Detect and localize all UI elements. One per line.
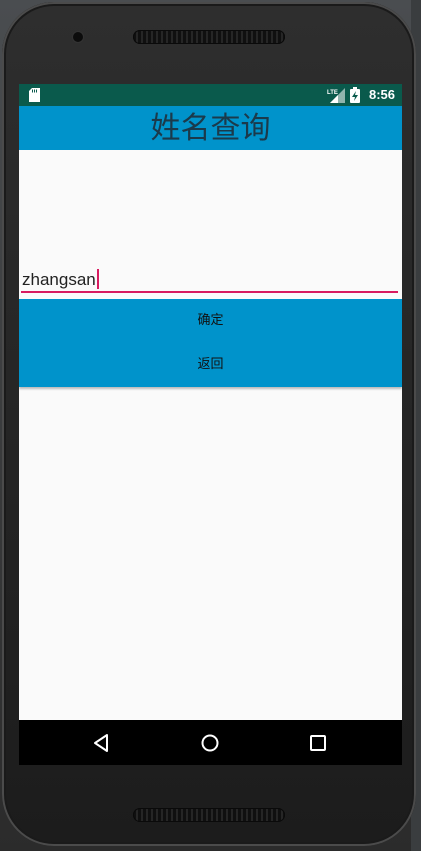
top-speaker-grille (133, 30, 285, 44)
device-screen: LTE 8:56 姓名查询 zhangsan 确定 返回 (19, 84, 402, 765)
confirm-button[interactable]: 确定 (19, 299, 402, 343)
battery-charging-icon (350, 87, 360, 103)
nav-recents-icon[interactable] (307, 732, 329, 754)
front-camera (73, 32, 83, 42)
back-button[interactable]: 返回 (19, 343, 402, 387)
name-input-value: zhangsan (22, 270, 96, 289)
navigation-bar (19, 720, 402, 765)
button-panel: 确定 返回 (19, 299, 402, 387)
page-title: 姓名查询 (150, 111, 271, 146)
bottom-speaker-grille (133, 808, 285, 822)
nav-back-icon[interactable] (91, 732, 113, 754)
input-underline (21, 291, 398, 293)
lte-signal-icon: LTE (327, 88, 345, 103)
phone-frame: LTE 8:56 姓名查询 zhangsan 确定 返回 (2, 2, 416, 846)
svg-text:LTE: LTE (327, 90, 338, 96)
sd-card-icon (29, 88, 40, 102)
text-caret (96, 269, 99, 289)
status-time: 8:56 (369, 87, 396, 102)
name-input-text[interactable]: zhangsan (22, 269, 99, 290)
nav-home-icon[interactable] (199, 732, 221, 754)
status-bar: LTE 8:56 (19, 84, 402, 106)
app-bar: 姓名查询 (19, 106, 402, 150)
